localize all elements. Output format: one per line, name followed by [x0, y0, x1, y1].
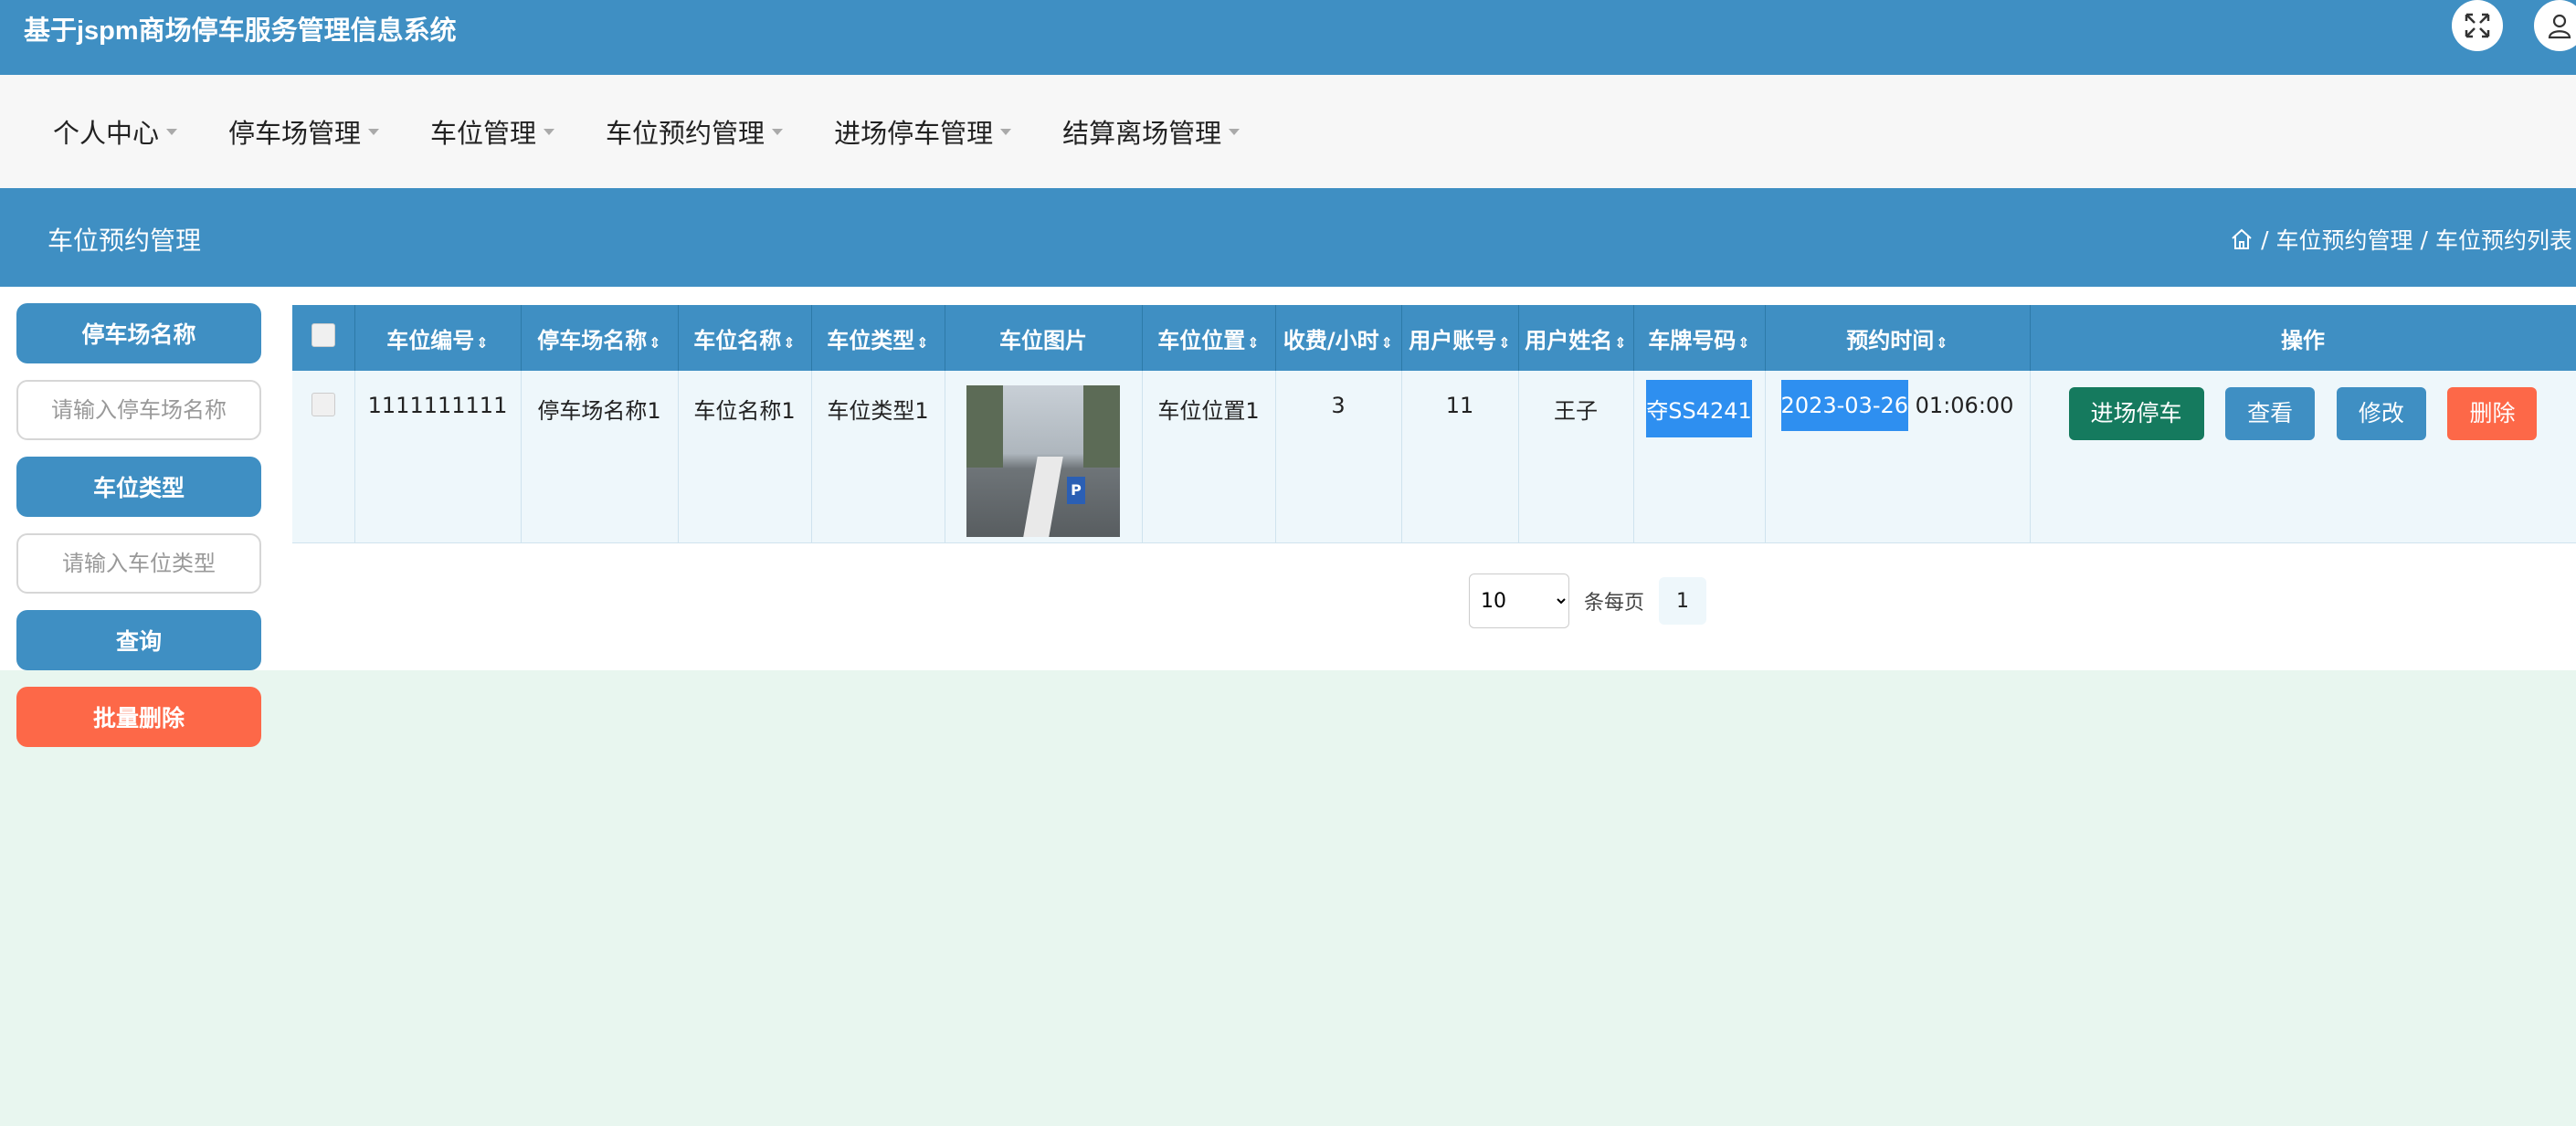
edit-button[interactable]: 修改	[2336, 387, 2426, 440]
plate-number: 夺SS4241	[1646, 380, 1752, 437]
column-header: 车位图片	[945, 305, 1143, 371]
select-all-header	[292, 305, 355, 371]
space-type-input[interactable]	[16, 533, 261, 594]
lot-name-cell: 停车场名称1	[521, 371, 679, 543]
nav-personal-center[interactable]: 个人中心	[53, 112, 178, 151]
column-header[interactable]: 车位位置 ⇕	[1142, 305, 1276, 371]
column-header[interactable]: 车牌号码 ⇕	[1633, 305, 1766, 371]
space-no-cell: 1111111111	[354, 371, 522, 543]
column-header[interactable]: 停车场名称 ⇕	[521, 305, 679, 371]
sort-icon: ⇕	[1936, 333, 1948, 352]
user-menu-button[interactable]	[2534, 0, 2576, 51]
nav-space-management[interactable]: 车位管理	[430, 112, 555, 151]
caret-down-icon	[544, 128, 555, 135]
sort-icon: ⇕	[1380, 333, 1394, 352]
actions-cell: 进场停车 查看 修改 删除	[2030, 371, 2576, 543]
space-type-label: 车位类型	[16, 457, 261, 517]
table-header-row: 车位编号 ⇕ 停车场名称 ⇕ 车位名称 ⇕ 车位类型 ⇕ 车位图片 车位位置 ⇕ 收费/小…	[292, 305, 2576, 371]
query-button[interactable]: 查询	[16, 610, 261, 670]
parking-space-image[interactable]: P	[966, 385, 1120, 537]
per-page-label: 条每页	[1584, 592, 1645, 615]
location-cell: 车位位置1	[1142, 371, 1276, 543]
sort-icon: ⇕	[1737, 333, 1750, 352]
breadcrumb: / 车位预约管理 / 车位预约列表	[2230, 223, 2572, 256]
reserve-time: 01:06:00	[1908, 393, 2014, 418]
sort-icon: ⇕	[1614, 333, 1627, 352]
nav-checkout-management[interactable]: 结算离场管理	[1062, 112, 1240, 151]
space-image-cell: P	[945, 371, 1143, 543]
page-number[interactable]: 1	[1659, 577, 1707, 625]
caret-down-icon	[772, 128, 784, 135]
top-header: 基于jspm商场停车服务管理信息系统	[0, 0, 2576, 75]
caret-down-icon	[1229, 128, 1240, 135]
fee-cell: 3	[1275, 371, 1402, 543]
column-header[interactable]: 收费/小时 ⇕	[1275, 305, 1402, 371]
user-icon	[2548, 14, 2571, 39]
row-select-cell	[292, 371, 355, 543]
caret-down-icon	[166, 128, 178, 135]
account-cell: 11	[1401, 371, 1519, 543]
select-all-checkbox[interactable]	[311, 323, 335, 347]
reservation-table: 车位编号 ⇕ 停车场名称 ⇕ 车位名称 ⇕ 车位类型 ⇕ 车位图片 车位位置 ⇕ 收费/小…	[292, 305, 2576, 543]
sort-icon: ⇕	[649, 333, 661, 352]
reserve-date: 2023-03-26	[1780, 380, 1909, 431]
pagination: 10 条每页 1	[1469, 574, 1707, 628]
reserve-time-cell: 2023-03-26 01:06:00	[1765, 371, 2031, 543]
nav-parking-lot-management[interactable]: 停车场管理	[228, 112, 380, 151]
caret-down-icon	[1000, 128, 1012, 135]
sort-icon: ⇕	[1247, 333, 1260, 352]
space-name-cell: 车位名称1	[678, 371, 812, 543]
sort-icon: ⇕	[476, 333, 489, 352]
lot-name-input[interactable]	[16, 380, 261, 440]
row-checkbox[interactable]	[311, 393, 335, 416]
page-title: 车位预约管理	[48, 226, 202, 256]
nav-entry-parking-management[interactable]: 进场停车管理	[834, 112, 1012, 151]
column-header[interactable]: 用户姓名 ⇕	[1518, 305, 1634, 371]
column-header[interactable]: 车位类型 ⇕	[811, 305, 945, 371]
space-type-cell: 车位类型1	[811, 371, 945, 543]
batch-delete-button[interactable]: 批量删除	[16, 687, 261, 747]
page-size-select[interactable]: 10	[1469, 574, 1569, 628]
column-header[interactable]: 车位名称 ⇕	[678, 305, 812, 371]
caret-down-icon	[368, 128, 380, 135]
column-header[interactable]: 用户账号 ⇕	[1401, 305, 1519, 371]
delete-button[interactable]: 删除	[2447, 387, 2538, 440]
breadcrumb-reservation-list: 车位预约列表	[2434, 227, 2572, 254]
home-icon[interactable]	[2230, 227, 2254, 251]
table-row: 1111111111 停车场名称1 车位名称1 车位类型1 P 车位位置1 3 …	[292, 371, 2576, 543]
user-name-cell: 王子	[1518, 371, 1634, 543]
sort-icon: ⇕	[783, 333, 796, 352]
breadcrumb-reservation-management[interactable]: 车位预约管理	[2276, 223, 2413, 256]
main-nav: 个人中心 停车场管理 车位管理 车位预约管理 进场停车管理 结算离场管理	[0, 75, 2576, 188]
sort-icon: ⇕	[916, 333, 929, 352]
column-header[interactable]: 车位编号 ⇕	[354, 305, 522, 371]
lot-name-label: 停车场名称	[16, 303, 261, 363]
nav-reservation-management[interactable]: 车位预约管理	[606, 112, 784, 151]
column-header: 操作	[2030, 305, 2576, 371]
column-header[interactable]: 预约时间 ⇕	[1765, 305, 2031, 371]
fullscreen-icon	[2465, 13, 2490, 38]
plate-cell: 夺SS4241	[1633, 371, 1766, 543]
app-title: 基于jspm商场停车服务管理信息系统	[24, 16, 457, 46]
sort-icon: ⇕	[1498, 333, 1511, 352]
enter-parking-button[interactable]: 进场停车	[2068, 387, 2204, 440]
view-button[interactable]: 查看	[2225, 387, 2316, 440]
fullscreen-button[interactable]	[2452, 0, 2503, 51]
page-header: 车位预约管理 / 车位预约管理 / 车位预约列表	[0, 188, 2576, 287]
